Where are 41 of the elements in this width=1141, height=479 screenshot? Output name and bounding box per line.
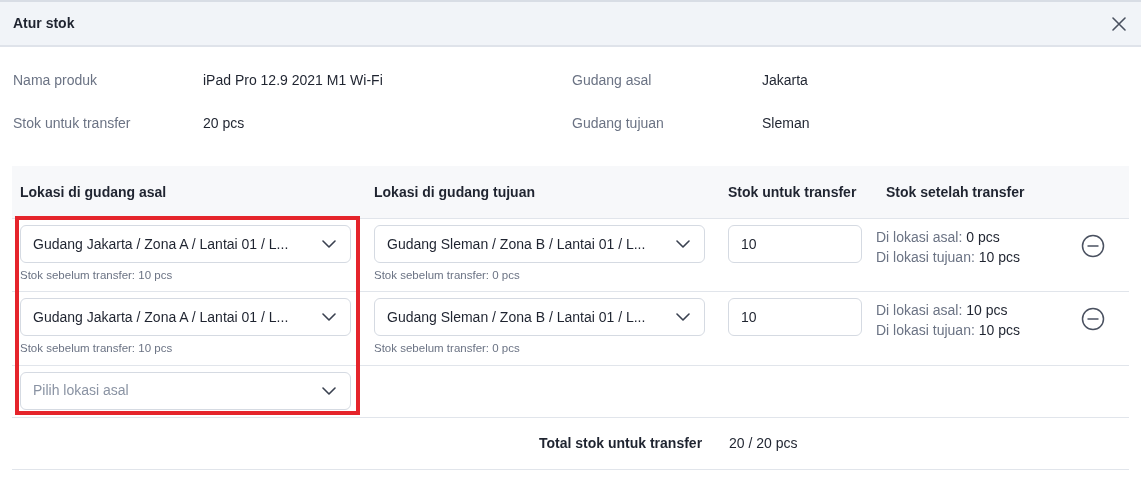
info-value: iPad Pro 12.9 2021 M1 Wi-Fi [203, 71, 384, 90]
chevron-down-icon [676, 240, 690, 248]
location-select[interactable]: Gudang Sleman / Zona B / Lantai 01 / L... [374, 298, 705, 337]
dialog-title: Atur stok [13, 14, 75, 33]
info-label: Gudang asal [572, 71, 653, 90]
remove-button[interactable] [1080, 306, 1106, 333]
chevron-down-icon [322, 386, 336, 395]
chevron-down-icon [676, 313, 690, 322]
stock-note: Stok sebelum transfer: 0 pcs [374, 341, 521, 357]
total-label: Total stok untuk transfer [539, 433, 704, 453]
location-select[interactable]: Gudang Jakarta / Zona A / Lantai 01 / L... [20, 298, 351, 337]
chevron-down-icon [322, 240, 336, 248]
close-button[interactable] [1110, 14, 1128, 33]
after-value: 10 pcs [978, 249, 1020, 265]
quantity-field[interactable]: 10 [728, 298, 862, 337]
after-value: 10 pcs [978, 322, 1020, 339]
quantity-field[interactable]: 10 [728, 225, 862, 263]
after-value: 0 pcs [966, 229, 1000, 245]
stock-note: Stok sebelum transfer: 10 pcs [20, 268, 174, 283]
after-value: 10 pcs [966, 302, 1008, 319]
column-header: Stok setelah transfer [885, 182, 1026, 202]
location-select[interactable]: Gudang Jakarta / Zona A / Lantai 01 / L... [20, 225, 351, 263]
info-label: Stok untuk transfer [13, 114, 132, 133]
info-value: 20 pcs [203, 114, 246, 133]
total-value: 20 / 20 pcs [729, 433, 798, 453]
column-header: Lokasi di gudang tujuan [373, 182, 536, 202]
location-select[interactable]: Gudang Sleman / Zona B / Lantai 01 / L... [374, 225, 705, 263]
after-label: Di lokasi tujuan: [876, 322, 975, 339]
after-label: Di lokasi asal: [876, 229, 963, 245]
column-header: Stok untuk transfer [727, 182, 858, 202]
info-label: Gudang tujuan [572, 114, 665, 133]
stock-note: Stok sebelum transfer: 10 pcs [20, 341, 174, 357]
after-label: Di lokasi tujuan: [876, 249, 975, 265]
info-value: Jakarta [762, 71, 809, 90]
info-value: Sleman [762, 114, 811, 133]
column-header: Lokasi di gudang asal [19, 182, 168, 202]
stock-note: Stok sebelum transfer: 0 pcs [374, 268, 521, 283]
remove-button[interactable] [1080, 233, 1106, 259]
info-label: Nama produk [13, 71, 99, 90]
after-label: Di lokasi asal: [876, 302, 963, 319]
chevron-down-icon [322, 313, 336, 322]
